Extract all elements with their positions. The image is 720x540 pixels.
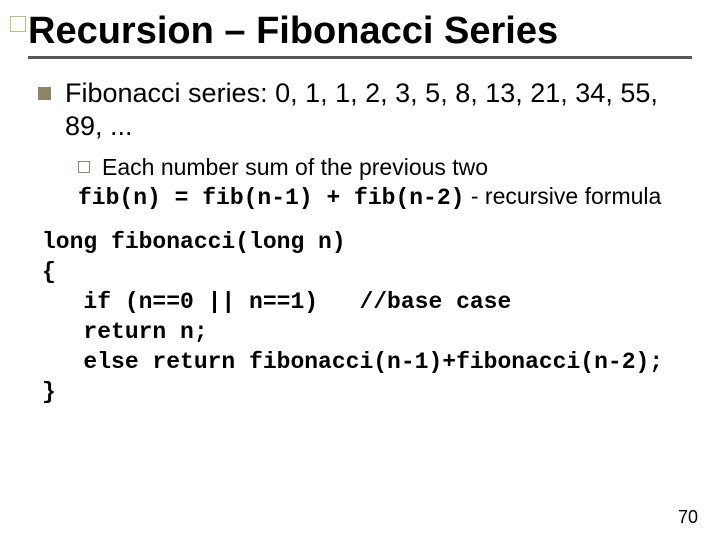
sub-bullet-text-line1: Each number sum of the previous two [102,153,488,183]
slide-title: Recursion – Fibonacci Series [28,10,692,54]
title-underline [28,56,692,59]
slide: Recursion – Fibonacci Series Fibonacci s… [0,0,720,540]
slide-body: Fibonacci series: 0, 1, 1, 2, 3, 5, 8, 1… [28,65,692,408]
bullet1-text: Fibonacci series: 0, 1, 1, 2, 3, 5, 8, 1… [65,77,684,143]
bullet-level1: Fibonacci series: 0, 1, 1, 2, 3, 5, 8, 1… [38,77,684,143]
formula-suffix: - recursive formula [464,183,661,209]
sub-bullet-text-line2: fib(n) = fib(n-1) + fib(n-2) - recursive… [78,182,684,214]
code-block: long fibonacci(long n) { if (n==0 || n==… [42,228,684,407]
formula-code: fib(n) = fib(n-1) + fib(n-2) [78,185,464,211]
hollow-square-bullet-icon [78,161,90,173]
sub-bullet-line: Each number sum of the previous two [78,153,684,183]
title-area: Recursion – Fibonacci Series [28,10,692,65]
page-number: 70 [678,507,698,528]
bullet-level2-block: Each number sum of the previous two fib(… [78,153,684,215]
square-bullet-icon [38,87,51,100]
title-corner-decoration [10,16,26,32]
